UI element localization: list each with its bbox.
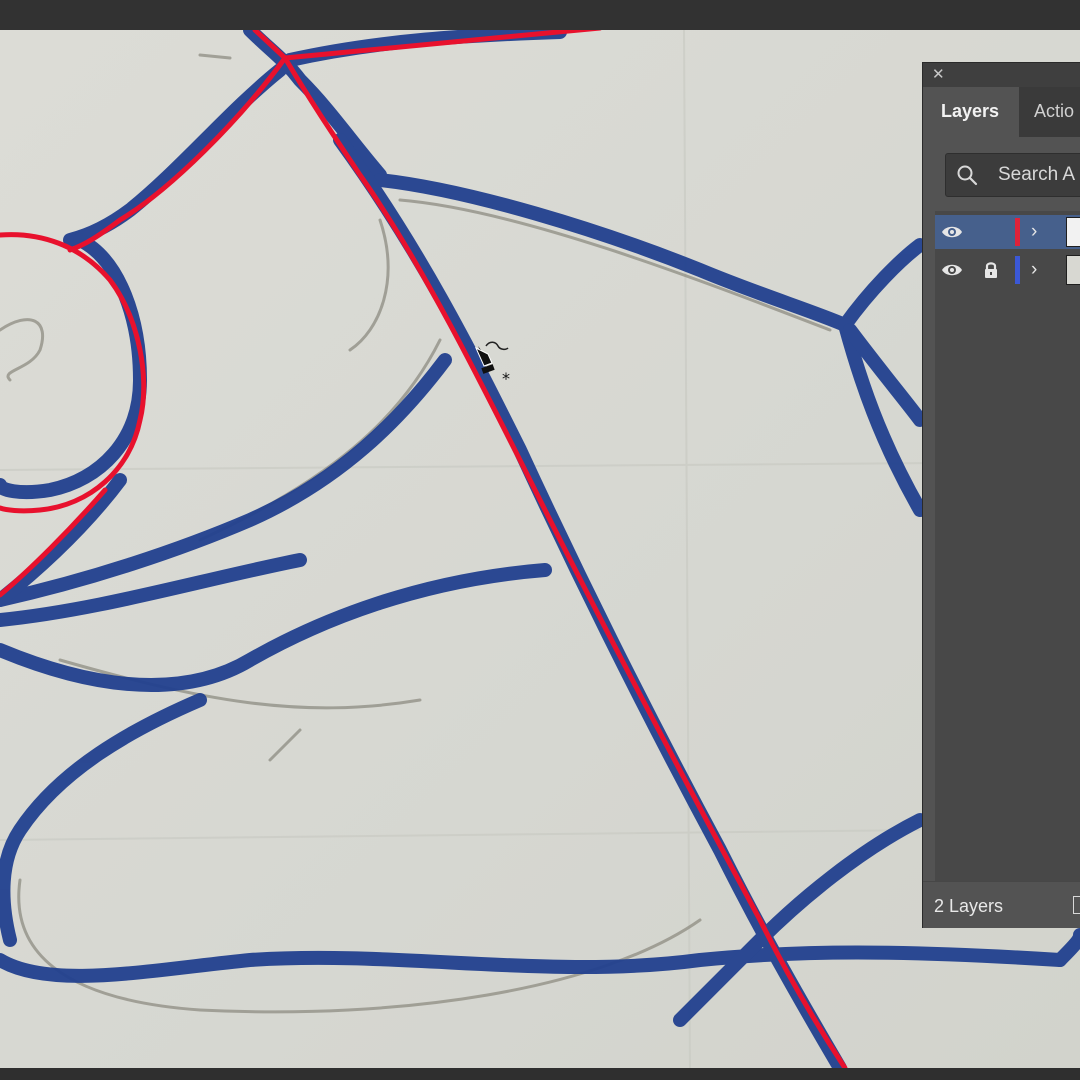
new-artboard-icon[interactable] (1073, 896, 1080, 914)
layer-row-1[interactable]: › (935, 215, 1080, 249)
pen-tool-cursor-icon: * (474, 341, 510, 386)
layer-color-blue (1015, 256, 1020, 284)
layer-thumbnail (1066, 217, 1080, 247)
layer-thumbnail (1066, 255, 1080, 285)
artboard-canvas[interactable] (0, 30, 1080, 1068)
search-icon (957, 165, 978, 186)
expand-chevron-icon[interactable]: › (1031, 221, 1037, 243)
status-bar (0, 1068, 1080, 1080)
drawing (0, 30, 1080, 1068)
expand-chevron-icon[interactable]: › (1031, 259, 1037, 281)
visibility-eye-icon[interactable] (941, 223, 963, 241)
svg-text:*: * (502, 369, 510, 386)
panel-header: ✕ (923, 63, 1080, 87)
layer-row-2[interactable]: › (935, 253, 1080, 287)
panel-footer: 2 Layers (923, 881, 1080, 928)
layer-count: 2 Layers (934, 896, 1004, 916)
layers-search (945, 153, 1080, 197)
app-top-bar (0, 0, 1080, 30)
layer-list (935, 211, 1080, 881)
close-icon[interactable]: ✕ (932, 65, 945, 85)
visibility-eye-icon[interactable] (941, 261, 963, 279)
layers-panel: ✕ Layers Actio › › (922, 62, 1080, 928)
tab-actions[interactable]: Actio (1019, 87, 1080, 137)
layer-color-red (1015, 218, 1020, 246)
search-input[interactable] (990, 154, 1080, 196)
lock-icon[interactable] (983, 260, 999, 280)
tab-layers[interactable]: Layers (923, 87, 1019, 137)
panel-tabs: Layers Actio (923, 87, 1080, 137)
